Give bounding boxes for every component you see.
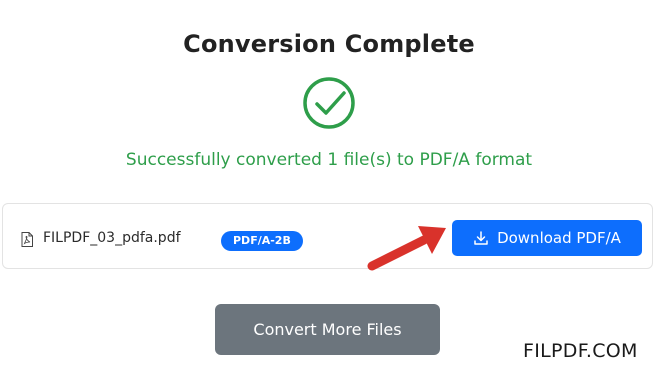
success-message: Successfully converted 1 file(s) to PDF/… <box>125 150 533 170</box>
convert-more-files-button[interactable]: Convert More Files <box>215 304 440 355</box>
format-badge: PDF/A-2B <box>221 231 303 251</box>
download-icon <box>474 231 488 245</box>
page-title: Conversion Complete <box>183 30 475 58</box>
red-arrow-icon <box>367 226 446 271</box>
pdf-file-icon <box>21 232 33 247</box>
download-pdfa-button[interactable]: Download PDF/A <box>452 220 642 256</box>
file-name: FILPDF_03_pdfa.pdf <box>43 230 181 246</box>
check-circle-icon <box>303 77 355 129</box>
conversion-result-page: Conversion Complete Successfully convert… <box>0 0 658 367</box>
watermark: FILPDF.COM <box>523 340 638 362</box>
download-button-label: Download PDF/A <box>497 229 621 247</box>
converted-file-row: FILPDF_03_pdfa.pdf PDF/A-2B Download PDF… <box>2 203 653 269</box>
